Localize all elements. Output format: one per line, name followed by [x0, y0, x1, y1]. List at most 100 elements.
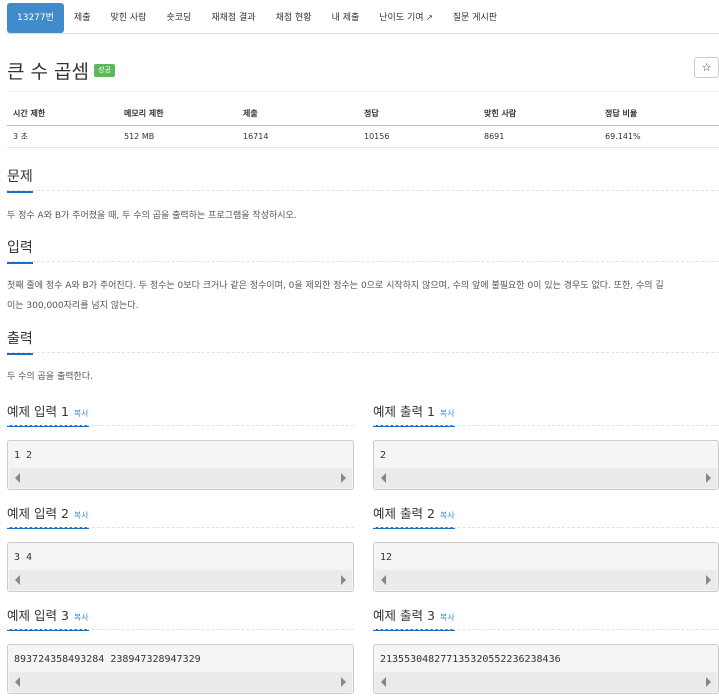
sample-output-1-title-wrap: 예제 출력 1 복사 — [373, 401, 455, 427]
scroll-left-arrow-icon[interactable] — [15, 575, 20, 585]
tab-my-submissions[interactable]: 내 제출 — [322, 3, 370, 33]
sample-input-3-title-wrap: 예제 입력 3 복사 — [7, 605, 89, 631]
sample-input-2-title-wrap: 예제 입력 2 복사 — [7, 503, 89, 529]
scroll-right-arrow-icon[interactable] — [706, 473, 711, 483]
value-accepted: 10156 — [358, 125, 478, 148]
problem-title: 큰 수 곱셈 — [7, 61, 89, 83]
problem-heading-text: 문제 — [7, 166, 33, 193]
scroll-right-arrow-icon[interactable] — [706, 677, 711, 687]
copy-button[interactable]: 복사 — [74, 409, 89, 418]
tab-rejudge-results[interactable]: 재채점 결과 — [201, 3, 265, 33]
input-description-line-2: 이는 300,000자리를 넘지 않는다. — [7, 301, 139, 311]
tab-problem-number[interactable]: 13277번 — [7, 3, 64, 33]
scroll-left-arrow-icon[interactable] — [381, 473, 386, 483]
section-divider — [7, 629, 354, 630]
section-divider — [373, 629, 719, 630]
sample-input-1-box[interactable]: 1 2 — [7, 440, 354, 490]
table-row: 3 초 512 MB 16714 10156 8691 69.141% — [7, 125, 719, 148]
value-time-limit: 3 초 — [7, 125, 118, 148]
tab-difficulty-contribution[interactable]: 난이도 기여 ↗ — [369, 3, 443, 33]
scroll-right-arrow-icon[interactable] — [341, 575, 346, 585]
sample-output-2-box[interactable]: 12 — [373, 542, 719, 592]
sample-output-2-code: 12 — [380, 552, 393, 563]
section-divider — [7, 425, 354, 426]
sample-output-3-code: 213553048277135320552236238436 — [380, 654, 561, 665]
tab-solved-users[interactable]: 맞힌 사람 — [100, 3, 156, 33]
header-accepted: 정답 — [358, 103, 478, 126]
sample-input-1-title-wrap: 예제 입력 1 복사 — [7, 401, 89, 427]
horizontal-scrollbar[interactable] — [9, 570, 352, 590]
input-heading-text: 입력 — [7, 237, 33, 264]
sample-output-2-title-wrap: 예제 출력 2 복사 — [373, 503, 455, 529]
sample-input-3-heading: 예제 입력 3 복사 — [7, 605, 89, 631]
header-accept-ratio: 정답 비율 — [599, 103, 719, 126]
header-submissions: 제출 — [237, 103, 358, 126]
scroll-left-arrow-icon[interactable] — [381, 575, 386, 585]
sample-input-3-box[interactable]: 893724358493284 238947328947329 — [7, 644, 354, 694]
copy-button[interactable]: 복사 — [440, 409, 455, 418]
value-submissions: 16714 — [237, 125, 358, 148]
copy-button[interactable]: 복사 — [74, 511, 89, 520]
sample-output-1-code: 2 — [380, 450, 387, 461]
sample-input-2-title: 예제 입력 2 — [7, 506, 69, 521]
table-header-row: 시간 제한 메모리 제한 제출 정답 맞힌 사람 정답 비율 — [7, 103, 719, 126]
scroll-right-arrow-icon[interactable] — [341, 677, 346, 687]
horizontal-scrollbar[interactable] — [9, 468, 352, 488]
scroll-right-arrow-icon[interactable] — [341, 473, 346, 483]
sample-input-2-heading: 예제 입력 2 복사 — [7, 503, 89, 529]
problem-section-heading: 문제 — [7, 166, 33, 193]
sample-input-1-heading: 예제 입력 1 복사 — [7, 401, 89, 427]
section-divider — [373, 527, 719, 528]
sample-input-3-title: 예제 입력 3 — [7, 608, 69, 623]
favorite-star-button[interactable]: ☆ — [694, 57, 719, 78]
section-divider — [7, 352, 719, 353]
output-heading-text: 출력 — [7, 328, 33, 355]
sample-input-2-box[interactable]: 3 4 — [7, 542, 354, 592]
value-accept-ratio: 69.141% — [599, 125, 719, 148]
section-divider — [7, 527, 354, 528]
horizontal-scrollbar[interactable] — [375, 672, 717, 692]
section-divider — [7, 190, 719, 191]
sample-input-1-code: 1 2 — [14, 450, 33, 461]
value-memory-limit: 512 MB — [118, 125, 237, 148]
copy-button[interactable]: 복사 — [440, 613, 455, 622]
scroll-left-arrow-icon[interactable] — [15, 473, 20, 483]
copy-button[interactable]: 복사 — [74, 613, 89, 622]
status-badge: 성공 — [94, 64, 115, 77]
header-memory-limit: 메모리 제한 — [118, 103, 237, 126]
horizontal-scrollbar[interactable] — [375, 570, 717, 590]
tab-short-coding[interactable]: 숏코딩 — [156, 3, 201, 33]
title-divider — [7, 91, 719, 92]
external-link-icon: ↗ — [423, 13, 433, 22]
horizontal-scrollbar[interactable] — [9, 672, 352, 692]
star-icon: ☆ — [701, 61, 712, 74]
problem-info-table: 시간 제한 메모리 제한 제출 정답 맞힌 사람 정답 비율 3 초 512 M… — [7, 103, 719, 148]
tab-difficulty-label: 난이도 기여 — [379, 13, 424, 23]
sample-output-2-title: 예제 출력 2 — [373, 506, 435, 521]
scroll-right-arrow-icon[interactable] — [706, 575, 711, 585]
sample-input-2-code: 3 4 — [14, 552, 33, 563]
input-description: 첫째 줄에 정수 A와 B가 주어진다. 두 정수는 0보다 크거나 같은 정수… — [7, 276, 719, 316]
tab-qna-board[interactable]: 질문 게시판 — [443, 3, 507, 33]
output-description: 두 수의 곱을 출력한다. — [7, 372, 93, 382]
sample-output-1-box[interactable]: 2 — [373, 440, 719, 490]
section-divider — [373, 425, 719, 426]
sample-output-3-title: 예제 출력 3 — [373, 608, 435, 623]
tabs-divider — [7, 33, 719, 34]
scroll-left-arrow-icon[interactable] — [15, 677, 20, 687]
sample-output-1-heading: 예제 출력 1 복사 — [373, 401, 455, 427]
problem-menu-tabs: 13277번 제출 맞힌 사람 숏코딩 재채점 결과 채점 현황 내 제출 난이… — [7, 3, 507, 33]
header-time-limit: 시간 제한 — [7, 103, 118, 126]
value-solved-users: 8691 — [478, 125, 599, 148]
sample-input-1-title: 예제 입력 1 — [7, 404, 69, 419]
problem-description: 두 정수 A와 B가 주어졌을 때, 두 수의 곱을 출력하는 프로그램을 작성… — [7, 211, 297, 221]
copy-button[interactable]: 복사 — [440, 511, 455, 520]
tab-judge-status[interactable]: 채점 현황 — [266, 3, 322, 33]
sample-output-2-heading: 예제 출력 2 복사 — [373, 503, 455, 529]
tab-submit[interactable]: 제출 — [64, 3, 101, 33]
sample-output-3-title-wrap: 예제 출력 3 복사 — [373, 605, 455, 631]
scroll-left-arrow-icon[interactable] — [381, 677, 386, 687]
input-description-line-1: 첫째 줄에 정수 A와 B가 주어진다. 두 정수는 0보다 크거나 같은 정수… — [7, 281, 664, 291]
sample-output-3-box[interactable]: 213553048277135320552236238436 — [373, 644, 719, 694]
horizontal-scrollbar[interactable] — [375, 468, 717, 488]
